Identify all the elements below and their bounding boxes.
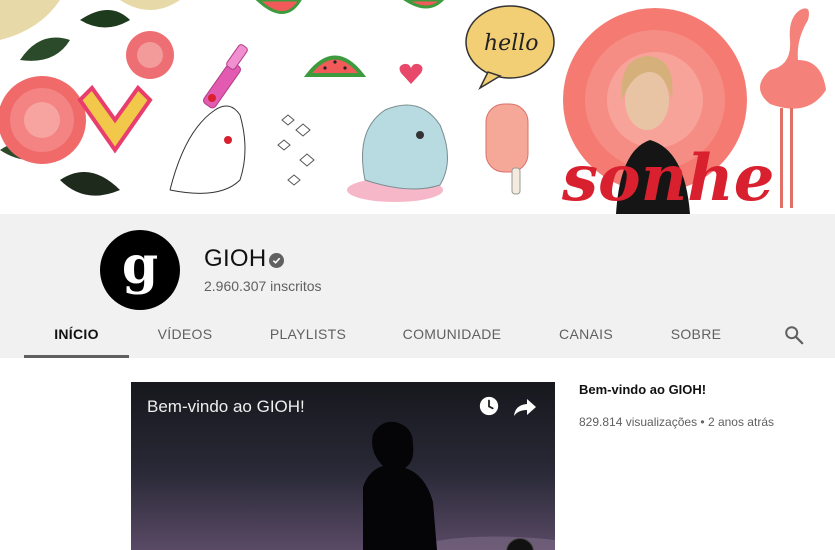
- heart-chevron-illustration: [77, 84, 153, 154]
- avatar[interactable]: g: [100, 230, 180, 310]
- featured-video-title[interactable]: Bem-vindo ao GIOH!: [579, 382, 706, 397]
- tab-label: PLAYLISTS: [269, 326, 347, 342]
- tab-inicio[interactable]: INÍCIO: [24, 314, 129, 358]
- channel-banner: hello sonhe: [0, 0, 835, 214]
- hello-bubble: hello: [465, 5, 555, 90]
- channel-name: GIOH: [204, 245, 267, 272]
- tab-label: CANAIS: [559, 326, 613, 342]
- subscriber-count: 2.960.307 inscritos: [204, 278, 322, 294]
- tab-label: SOBRE: [670, 326, 722, 342]
- lipstick-hand-illustration: [169, 44, 248, 194]
- player-title: Bem-vindo ao GIOH!: [147, 397, 305, 416]
- avatar-logo: g: [121, 235, 159, 296]
- channel-header: g GIOH 2.960.307 inscritos INÍCIO VÍDEOS…: [0, 214, 835, 358]
- tab-label: VÍDEOS: [157, 326, 213, 342]
- bulldog-illustration: [347, 104, 448, 202]
- hello-text: hello: [484, 31, 539, 56]
- check-circle-icon: [269, 253, 284, 268]
- popsicle-illustration: [485, 103, 529, 195]
- heart-icon: [399, 63, 423, 84]
- share-icon[interactable]: [513, 396, 537, 418]
- tab-canais[interactable]: CANAIS: [550, 314, 622, 358]
- search-icon[interactable]: [783, 324, 805, 346]
- tab-label: INÍCIO: [54, 326, 99, 342]
- sonhe-text: sonhe: [561, 141, 775, 214]
- butterflies-illustration: [277, 114, 315, 186]
- banner-artwork: hello sonhe: [0, 0, 826, 214]
- featured-video-meta: 829.814 visualizações • 2 anos atrás: [579, 415, 774, 429]
- tab-videos[interactable]: VÍDEOS: [142, 314, 228, 358]
- watermelon-illustration: [255, 0, 445, 77]
- tab-playlists[interactable]: PLAYLISTS: [262, 314, 354, 358]
- tab-comunidade[interactable]: COMUNIDADE: [396, 314, 508, 358]
- channel-tabs: INÍCIO VÍDEOS PLAYLISTS COMUNIDADE CANAI…: [0, 314, 835, 358]
- tab-label: COMUNIDADE: [402, 326, 502, 342]
- clock-icon[interactable]: [478, 395, 500, 417]
- featured-video-player[interactable]: Bem-vindo ao GIOH!: [131, 382, 555, 550]
- tab-sobre[interactable]: SOBRE: [664, 314, 728, 358]
